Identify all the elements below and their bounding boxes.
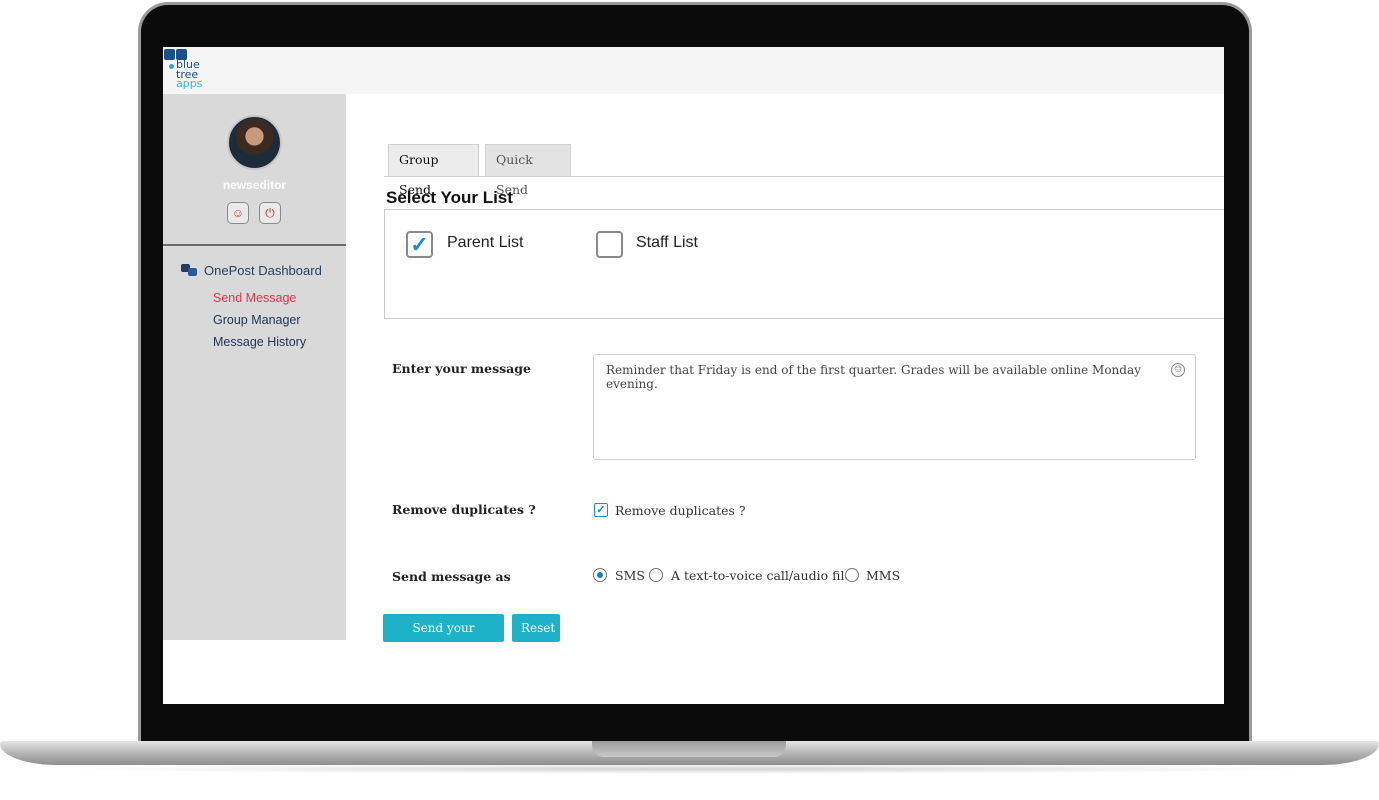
duplicates-label: Remove duplicates ?	[392, 502, 536, 517]
user-icon: ☺	[231, 206, 245, 220]
logo-dot	[169, 64, 174, 69]
voice-call-radio-label: A text-to-voice call/audio file	[671, 568, 852, 583]
sidebar-divider	[163, 244, 346, 246]
send-as-label: Send message as	[392, 569, 511, 584]
logout-button[interactable]: ⏻	[259, 202, 281, 224]
remove-duplicates-checkbox-label: Remove duplicates ?	[615, 503, 746, 518]
send-message-button[interactable]: Send your message	[383, 614, 504, 663]
tab-quick-send[interactable]: Quick Send	[485, 144, 571, 197]
voice-call-radio[interactable]	[649, 568, 663, 582]
power-icon: ⏻	[265, 206, 275, 220]
tab-group-send[interactable]: Group Send	[388, 144, 479, 197]
list-selection-box: ✓ Parent List Staff List	[384, 209, 1224, 319]
logo-square	[164, 49, 175, 60]
mms-radio[interactable]	[845, 568, 859, 582]
nav-heading-label: OnePost Dashboard	[204, 263, 322, 278]
checkmark-icon: ✓	[410, 232, 429, 257]
tab-divider	[384, 176, 1224, 177]
laptop-notch	[592, 741, 786, 757]
chat-bubbles-icon	[181, 264, 198, 276]
checkmark-icon: ✓	[596, 504, 606, 516]
sms-radio-label: SMS	[615, 568, 645, 583]
laptop-shadow	[60, 764, 1319, 774]
staff-list-label: Staff List	[636, 234, 698, 251]
avatar	[227, 115, 282, 170]
message-textarea[interactable]: Reminder that Friday is end of the first…	[593, 354, 1196, 460]
list-section-title: Select Your List	[386, 188, 513, 207]
mms-radio-label: MMS	[866, 568, 901, 583]
parent-list-label: Parent List	[447, 234, 524, 251]
nav-heading[interactable]: OnePost Dashboard	[181, 263, 322, 278]
app-screen: blue tree apps newseditor ☺ ⏻ OnePost Da…	[163, 47, 1224, 704]
sidebar-item-group-manager[interactable]: Group Manager	[213, 313, 301, 327]
sidebar: newseditor ☺ ⏻ OnePost Dashboard Send Me…	[163, 94, 346, 640]
sidebar-item-send-message[interactable]: Send Message	[213, 291, 296, 305]
sidebar-item-message-history[interactable]: Message History	[213, 335, 306, 349]
top-bar: blue tree apps	[163, 47, 1224, 94]
emoji-icon[interactable]: ☺	[1171, 363, 1185, 377]
username: newseditor	[222, 178, 287, 192]
remove-duplicates-checkbox[interactable]: ✓	[594, 503, 608, 517]
sms-radio[interactable]	[593, 568, 607, 582]
bluetree-logo[interactable]: blue tree apps	[163, 48, 209, 92]
staff-list-checkbox[interactable]	[596, 231, 623, 258]
message-label: Enter your message	[392, 361, 531, 376]
logo-word: apps	[176, 77, 203, 90]
parent-list-checkbox[interactable]: ✓	[406, 231, 433, 258]
profile-button[interactable]: ☺	[227, 202, 249, 224]
reset-button[interactable]: Reset	[512, 614, 560, 642]
message-text: Reminder that Friday is end of the first…	[606, 363, 1141, 391]
